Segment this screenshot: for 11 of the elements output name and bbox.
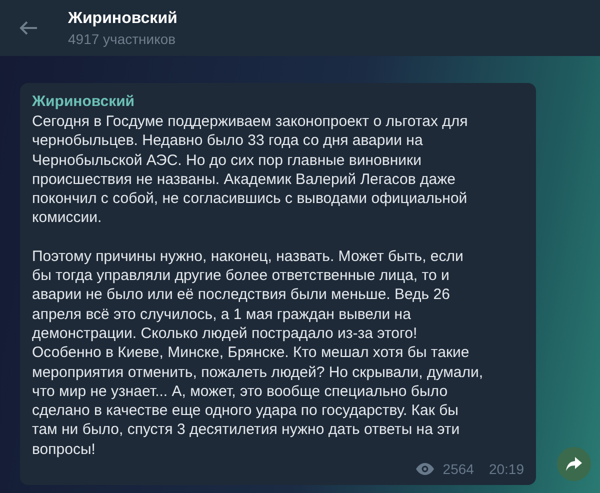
message-paragraph: Сегодня в Госдуме поддерживаем законопроект о льготах для чернобыльцев. Недавно было 33 года со дня аварии на Чернобыльской АЭС. Но до сих пор главные виновники происшествия не названы. Академик Валерий Легасов даже покончил с собой, не согласившись с выводами официальной комиссии. [32, 112, 468, 228]
member-count: 4917 участников [68, 30, 177, 46]
chat-title: Жириновский [68, 10, 178, 28]
share-icon [566, 457, 582, 471]
view-count: 2564 [442, 461, 474, 477]
author-name: Жириновский [32, 92, 135, 110]
share-button[interactable] [557, 447, 591, 481]
back-arrow-icon[interactable] [18, 20, 38, 36]
eye-icon [416, 463, 434, 475]
message-time: 20:19 [488, 461, 524, 477]
message-paragraph: Поэтому причины нужно, наконец, назвать. Может быть, если бы тогда управляли другие более ответственные лица, то и аварии не было или её последствия были меньше. Ведь 26 апреля всё это случилось, а 1 мая граждан вывели на демонстрации. Сколько людей пострадало из-за этого! Особенно в Киеве, Минске, Брянске. Кто мешал хотя бы такие мероприятия отменить, пожалеть людей? Но скрывали, думали, что мир не узнает... А, может, это вообще специально было сделано в качестве еще одного удара по государству. Как бы там ни было, спустя 3 десятилетия нужно дать ответы на эти вопросы! [32, 246, 484, 459]
